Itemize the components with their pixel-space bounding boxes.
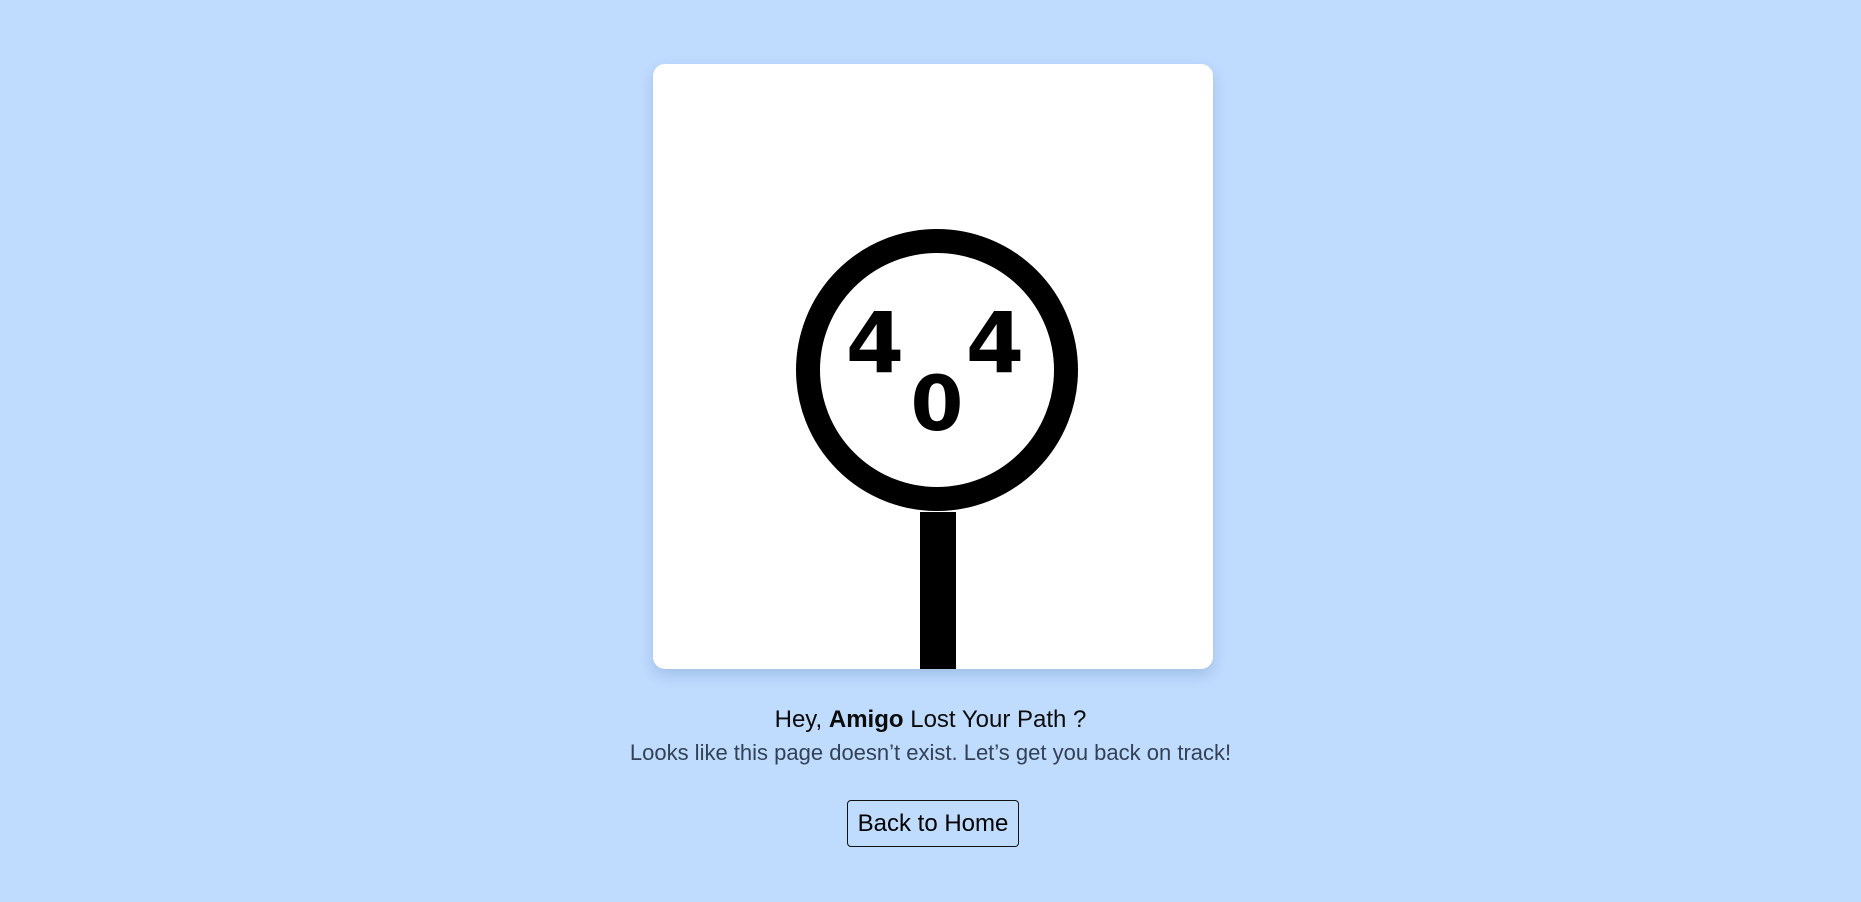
error-headline: Hey, Amigo Lost Your Path ?: [0, 703, 1861, 737]
greeting-name: Amigo: [828, 706, 904, 733]
error-description: Looks like this page doesn’t exist. Let’…: [629, 740, 1232, 765]
greeting-text: Hey,: [774, 706, 823, 733]
back-to-home-button[interactable]: Back to Home: [847, 800, 1019, 847]
digit-left: 4: [846, 294, 904, 392]
error-illustration-card: 4 0 4: [653, 64, 1213, 669]
greeting-question: Lost Your Path ?: [910, 706, 1087, 733]
digit-right: 4: [966, 294, 1024, 392]
magnifying-glass-icon: 4 0 4: [796, 229, 1078, 669]
digit-middle: 0: [911, 359, 964, 448]
magnifier-handle: [920, 512, 956, 669]
